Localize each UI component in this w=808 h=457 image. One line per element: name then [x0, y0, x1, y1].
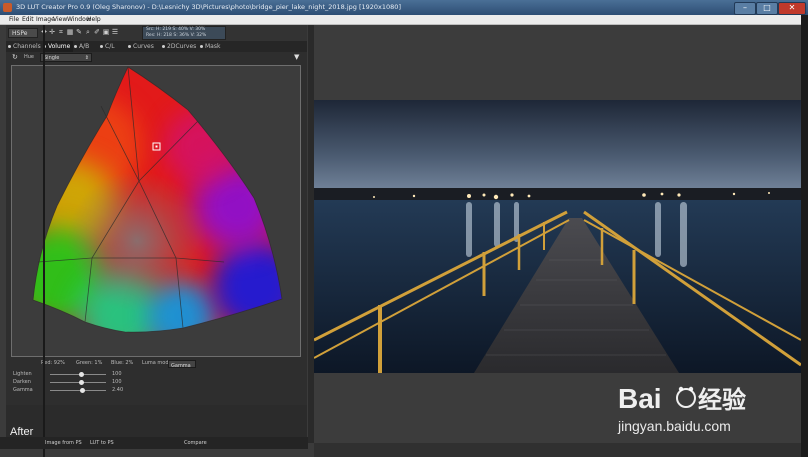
green-value: Green: 1% — [76, 360, 103, 366]
menu-edit[interactable]: Edit — [22, 16, 34, 23]
tab-label: A/B — [79, 43, 90, 50]
tab-bullet-icon — [162, 45, 165, 48]
slider-track[interactable] — [50, 372, 106, 377]
maximize-button[interactable]: □ — [756, 2, 778, 15]
save-icon[interactable]: ▣ — [102, 28, 110, 37]
mode-select[interactable]: Single ⇕ — [40, 53, 92, 62]
rgb-readout-row: Red: 92% Green: 1% Blue: 2% Luma mode Ga… — [6, 359, 307, 369]
after-label: After — [10, 426, 34, 438]
tab-bullet-icon — [200, 45, 203, 48]
slider-label: Gamma — [13, 387, 33, 393]
title-bar: 3D LUT Creator Pro 0.9 (Oleg Sharonov) -… — [0, 0, 808, 15]
crosshair-icon[interactable]: ✛ — [48, 28, 56, 37]
bottom-bar: Image from PS LUT to PS Compare — [0, 437, 308, 449]
before-after-divider[interactable] — [43, 25, 45, 457]
mode-label: Hue — [24, 54, 35, 60]
transform-icon[interactable]: ⌗ — [57, 28, 65, 37]
slider-darken: Darken 100 — [6, 379, 307, 386]
baidu-watermark-url: jingyan.baidu.com — [618, 418, 731, 434]
baidu-watermark-logo: Bai 经验 — [618, 383, 746, 414]
slider-track[interactable] — [50, 380, 106, 385]
menu-bar: File Edit Image View Window Help — [0, 15, 808, 25]
tab-cl[interactable]: C/L — [100, 41, 126, 52]
menu-file[interactable]: File — [9, 16, 19, 23]
slider-thumb[interactable] — [78, 372, 84, 377]
slider-thumb[interactable] — [78, 380, 84, 385]
slider-value: 100 — [112, 379, 122, 385]
compare-button[interactable]: Compare — [184, 440, 207, 446]
zoom-icon[interactable]: ⌕ — [84, 28, 92, 37]
tab-label: Volume — [48, 43, 71, 50]
tab-2dcurves[interactable]: 2DCurves — [162, 41, 200, 52]
slider-value: 100 — [112, 371, 122, 377]
settings-icon[interactable]: ☰ — [111, 28, 119, 37]
gamut-svg[interactable] — [12, 66, 300, 356]
tab-label: Curves — [133, 43, 154, 50]
close-button[interactable]: ✕ — [778, 2, 806, 15]
minimize-button[interactable]: – — [734, 2, 756, 15]
tab-volume[interactable]: Volume — [43, 41, 73, 52]
slider-value: 2.40 — [112, 387, 124, 393]
tab-curves[interactable]: Curves — [128, 41, 160, 52]
chevron-updown-icon: ⇕ — [84, 55, 89, 61]
app-icon — [3, 3, 12, 12]
left-panel: HSPe ✥ ✛ ⌗ ▦ ✎ ⌕ ✐ ▣ ☰ Src: H: 219 S: 40… — [6, 25, 307, 457]
selection-handle-dot — [155, 145, 158, 148]
tab-label: C/L — [105, 43, 115, 50]
slider-track[interactable] — [50, 388, 106, 393]
colorspace-select[interactable]: HSPe — [8, 28, 38, 38]
pixel-readout: Src: H: 219 S: 40% V: 30% Res: H: 218 S:… — [142, 26, 226, 40]
menu-help[interactable]: Help — [87, 16, 101, 23]
eyedropper-icon[interactable]: ✐ — [93, 28, 101, 37]
slider-label: Darken — [13, 379, 31, 385]
tab-label: Channels — [13, 43, 41, 50]
tab-channels[interactable]: Channels — [8, 41, 42, 52]
toolbar: HSPe ✥ ✛ ⌗ ▦ ✎ ⌕ ✐ ▣ ☰ Src: H: 219 S: 40… — [6, 25, 307, 41]
svg-text:经验: 经验 — [698, 386, 746, 414]
tab-bullet-icon — [74, 45, 77, 48]
right-edge-bar — [801, 15, 808, 457]
slider-lighten: Lighten 100 — [6, 371, 307, 378]
blue-value: Blue: 2% — [111, 360, 134, 366]
svg-text:Bai: Bai — [618, 383, 662, 414]
mode-select-value: Single — [44, 55, 60, 61]
refresh-icon[interactable]: ↻ — [12, 53, 18, 61]
readout-result: Res: H: 218 S: 36% V: 32% — [146, 33, 207, 38]
slider-thumb[interactable] — [80, 388, 86, 393]
image-from-ps-button[interactable]: Image from PS — [45, 440, 82, 446]
tab-bullet-icon — [100, 45, 103, 48]
preview-bottom-strip — [314, 443, 801, 457]
color-volume-graph[interactable] — [11, 65, 301, 357]
menu-view[interactable]: View — [53, 16, 67, 23]
pier-photo — [314, 100, 801, 373]
tab-mask[interactable]: Mask — [200, 41, 226, 52]
grid-icon[interactable]: ▦ — [66, 28, 74, 37]
window-title: 3D LUT Creator Pro 0.9 (Oleg Sharonov) -… — [16, 3, 401, 11]
volume-panel: ↻ Hue Single ⇕ ▼ Red: 92% Green: 1% Blue… — [6, 52, 307, 405]
lut-to-ps-button[interactable]: LUT to PS — [90, 440, 114, 446]
tab-label: Mask — [205, 43, 221, 50]
tab-label: 2DCurves — [167, 43, 197, 50]
tab-ab[interactable]: A/B — [74, 41, 98, 52]
tab-bar: Channels Volume A/B C/L Curves 2DCurves … — [6, 41, 307, 52]
tab-bullet-icon — [8, 45, 11, 48]
luma-mode-value: Gamma — [171, 363, 191, 369]
tab-bullet-icon — [128, 45, 131, 48]
app-window: 3D LUT Creator Pro 0.9 (Oleg Sharonov) -… — [0, 0, 808, 457]
slider-gamma: Gamma 2.40 — [6, 387, 307, 394]
slider-label: Lighten — [13, 371, 32, 377]
luma-mode-select[interactable]: Gamma — [168, 360, 196, 369]
panel-menu-icon[interactable]: ▼ — [294, 53, 299, 61]
mode-row: ↻ Hue Single ⇕ ▼ — [6, 52, 307, 64]
preview-image[interactable] — [314, 100, 801, 373]
menu-image[interactable]: Image — [36, 16, 55, 23]
picker-icon[interactable]: ✎ — [75, 28, 83, 37]
